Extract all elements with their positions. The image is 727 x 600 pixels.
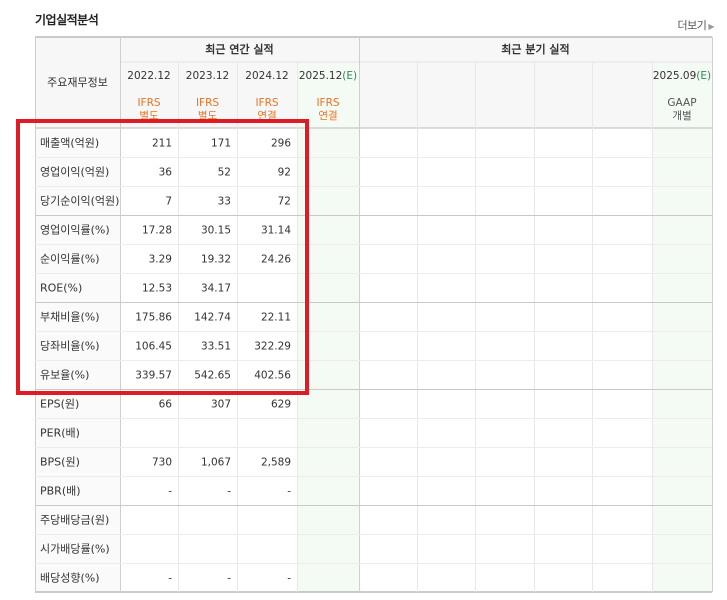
value-cell: 72 [278,196,291,208]
value-cell: 22.11 [261,312,291,324]
accounting-standard: IFRS [137,97,160,109]
column-date: 2024.12 [245,70,288,82]
value-cell: 629 [271,399,291,411]
value-cell: 171 [211,138,231,150]
row-label: 당기순이익(억원) [40,195,119,208]
value-cell: 31.14 [261,225,291,237]
value-cell: 33.51 [201,341,231,353]
value-cell: 106.45 [135,341,172,353]
row-label: ROE(%) [40,282,82,295]
estimate-marker: (E) [696,70,711,82]
annual-group-header: 최근 연간 실적 [205,42,273,56]
value-cell: 30.15 [201,225,231,237]
value-cell: 19.32 [201,254,231,266]
value-cell: 24.26 [261,254,291,266]
value-cell: - [227,573,231,585]
value-cell: 92 [278,167,291,179]
row-label: 유보율(%) [40,369,89,382]
row-label: PBR(배) [40,485,81,498]
value-cell: - [287,573,291,585]
accounting-scope: 연결 [318,110,337,122]
accounting-standard: IFRS [316,97,339,109]
value-cell: 12.53 [142,283,172,295]
column-date-value: 2025.12 [299,70,342,82]
value-cell: - [168,573,172,585]
accounting-standard: IFRS [255,97,278,109]
row-label: EPS(원) [40,398,79,411]
value-cell: 33 [218,196,231,208]
value-cell: 339.57 [135,370,172,382]
estimate-marker: (E) [342,70,357,82]
value-cell: 17.28 [142,225,172,237]
accounting-scope: 별도 [139,110,159,122]
value-cell: 730 [152,457,172,469]
value-cell: 307 [211,399,231,411]
value-cell: 7 [165,196,172,208]
value-cell: 1,067 [201,457,231,469]
accounting-scope: 개별 [672,110,691,122]
column-date: 2025.09(E) [653,70,711,82]
value-cell: 322.29 [254,341,291,353]
accounting-standard: IFRS [196,97,219,109]
value-cell: 3.29 [149,254,172,266]
row-label: 영업이익(억원) [40,166,109,179]
value-cell: 34.17 [201,283,231,295]
value-cell: 52 [218,167,231,179]
value-cell: 2,589 [261,457,291,469]
column-date: 2025.12(E) [299,70,357,82]
row-label-header: 주요재무정보 [47,76,108,89]
accounting-scope: 별도 [198,110,218,122]
row-label: 순이익률(%) [40,253,100,266]
row-label: 부채비율(%) [40,311,100,324]
column-date: 2022.12 [127,70,170,82]
financial-summary-table: 주요재무정보최근 연간 실적 최근 분기 실적2022.12IFRS별도2023.… [35,36,713,593]
row-label: 주당배당금(원) [40,514,109,527]
value-cell: 36 [159,167,173,179]
value-cell: - [227,486,231,498]
row-label: PER(배) [40,427,80,440]
value-cell: 542.65 [194,370,231,382]
accounting-scope: 연결 [257,110,276,122]
column-date-value: 2024.12 [245,70,288,82]
value-cell: 175.86 [135,312,172,324]
value-cell: 296 [271,138,291,150]
column-date-value: 2022.12 [127,70,170,82]
quarter-group-header: 최근 분기 실적 [501,42,569,56]
row-label: BPS(원) [40,456,80,469]
row-label: 배당성향(%) [40,572,100,585]
value-cell: 402.56 [254,370,291,382]
value-cell: 142.74 [194,312,231,324]
value-cell: 66 [159,399,173,411]
row-label: 영업이익률(%) [40,224,110,237]
row-label: 시가배당률(%) [40,543,110,556]
column-date-value: 2025.09 [653,70,696,82]
estimate-column-annual [297,62,359,592]
row-label: 당좌비율(%) [40,340,100,353]
row-label: 매출액(억원) [40,137,99,150]
accounting-standard: GAAP [667,97,696,109]
estimate-column-quarter [652,62,712,592]
value-cell: - [287,486,291,498]
header-background [35,37,712,128]
column-date-value: 2023.12 [186,70,229,82]
value-cell: - [168,486,172,498]
column-date: 2023.12 [186,70,229,82]
value-cell: 211 [152,138,172,150]
